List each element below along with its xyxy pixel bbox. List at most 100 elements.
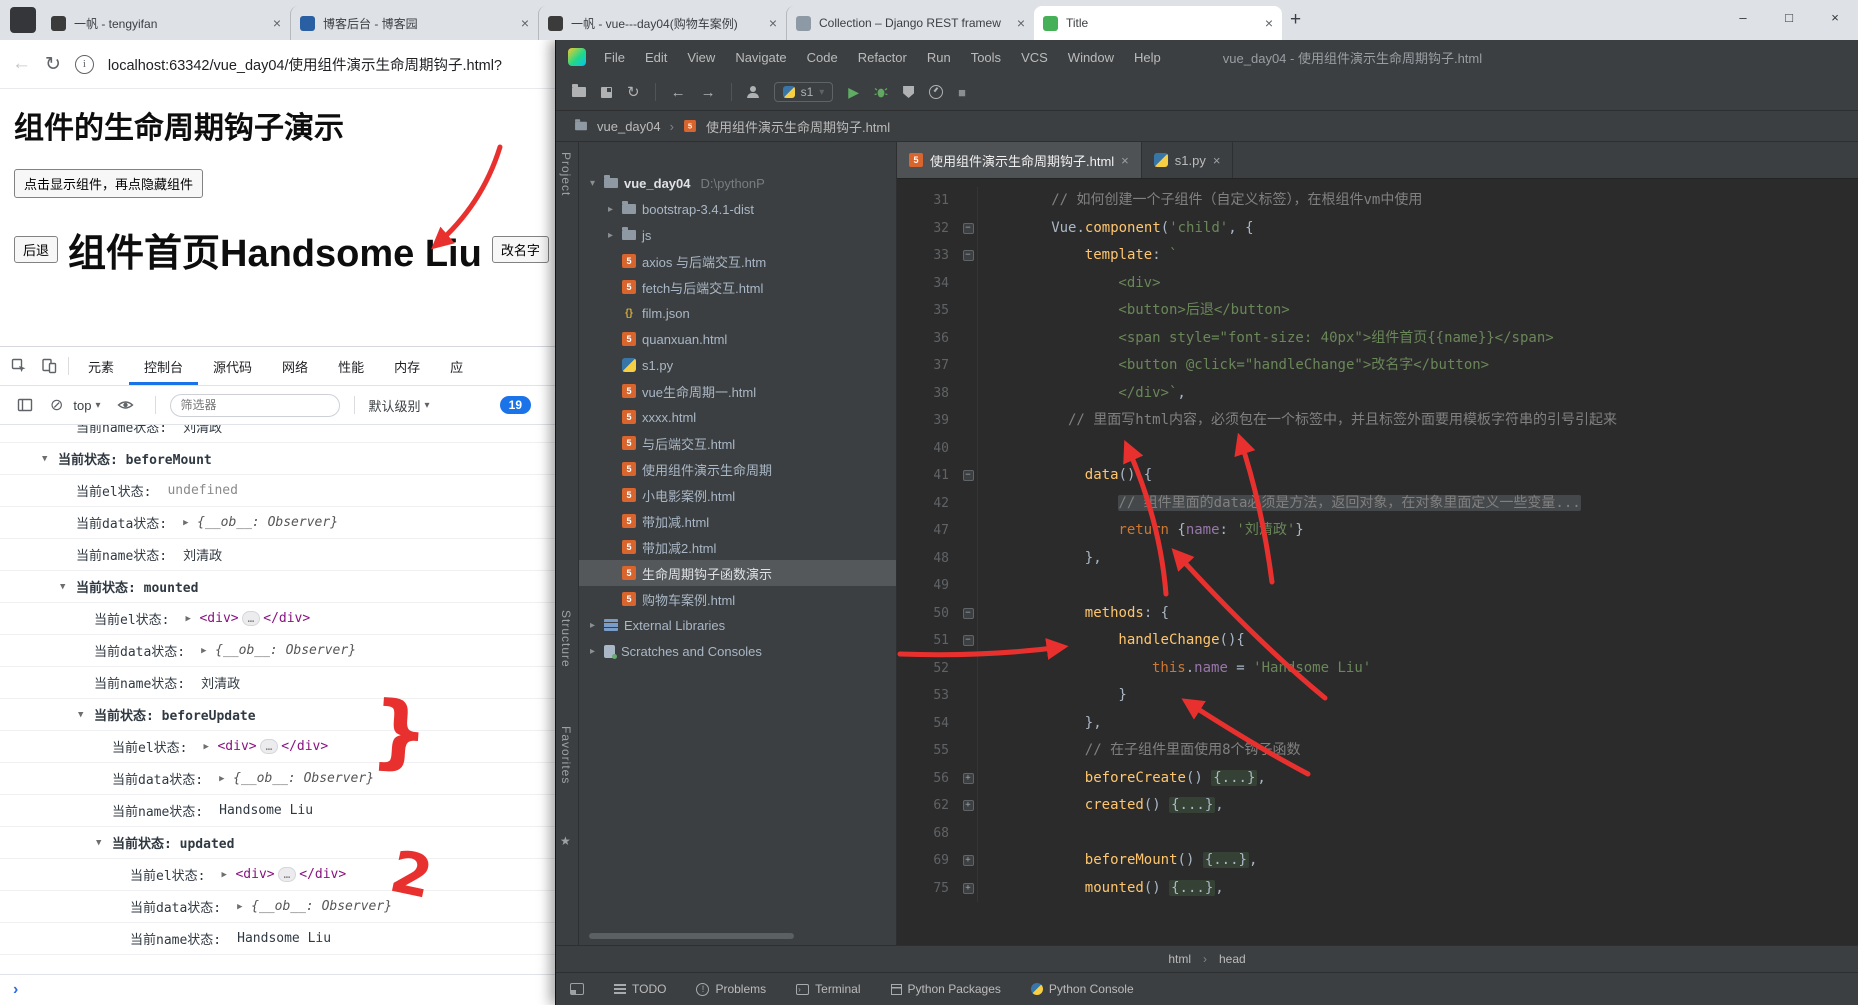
menu-vcs[interactable]: VCS <box>1019 50 1050 65</box>
toggle-component-button[interactable]: 点击显示组件，再点隐藏组件 <box>14 169 204 198</box>
editor-tab[interactable]: 5 使用组件演示生命周期钩子.html × <box>897 142 1142 178</box>
project-tree-item[interactable]: 5 生命周期钩子函数演示 <box>579 560 896 586</box>
status-item-python-packages[interactable]: Python Packages <box>890 982 1001 996</box>
breadcrumb-project[interactable]: vue_day04 <box>597 119 661 134</box>
menu-tools[interactable]: Tools <box>969 50 1003 65</box>
open-file-icon[interactable] <box>572 84 586 97</box>
back-icon[interactable]: ← <box>12 53 31 75</box>
context-selector[interactable]: top ▾ <box>73 398 100 413</box>
rename-button[interactable]: 改名字 <box>491 236 549 263</box>
console-sidebar-icon[interactable] <box>10 397 40 413</box>
close-icon[interactable]: × <box>1121 153 1129 168</box>
browser-tab[interactable]: 一帆 - tengyifan × <box>42 6 290 40</box>
tab-close-icon[interactable]: × <box>273 15 281 31</box>
fold-collapse-icon[interactable]: − <box>962 250 974 262</box>
triangle-down-icon[interactable]: ▼ <box>96 838 112 848</box>
fold-expand-icon[interactable]: + <box>962 800 974 812</box>
menu-view[interactable]: View <box>685 50 717 65</box>
console-prompt[interactable]: › <box>0 974 555 1005</box>
devtools-tab-控制台[interactable]: 控制台 <box>129 347 199 385</box>
project-tree-item[interactable]: 5 axios 与后端交互.htm <box>579 248 896 274</box>
pinned-tab-icon[interactable] <box>10 7 36 33</box>
console-filter-input[interactable] <box>169 393 340 417</box>
fold-collapse-icon[interactable]: − <box>962 607 974 619</box>
log-level-selector[interactable]: 默认级别 ▾ <box>369 396 430 415</box>
project-tree-item[interactable]: ▸ bootstrap-3.4.1-dist <box>579 196 896 222</box>
tab-close-icon[interactable]: × <box>521 15 529 31</box>
status-item-python-console[interactable]: Python Console <box>1030 982 1134 996</box>
menu-window[interactable]: Window <box>1066 50 1116 65</box>
fold-expand-icon[interactable]: + <box>962 882 974 894</box>
maximize-button[interactable]: □ <box>1766 0 1812 34</box>
project-tree-item[interactable]: 5 xxxx.html <box>579 404 896 430</box>
triangle-right-icon[interactable]: ▶ <box>219 774 233 784</box>
project-tree-item[interactable]: {} film.json <box>579 300 896 326</box>
refresh-icon[interactable]: ↻ <box>45 53 61 76</box>
project-tree-item[interactable]: ▸ External Libraries <box>579 612 896 638</box>
run-button[interactable]: ▶ <box>848 84 859 101</box>
new-tab-button[interactable]: + <box>1290 9 1301 31</box>
fold-expand-icon[interactable]: + <box>962 772 974 784</box>
project-tree-item[interactable]: 5 带加减2.html <box>579 534 896 560</box>
back-component-button[interactable]: 后退 <box>14 236 59 263</box>
message-count-badge[interactable]: 19 <box>499 396 531 414</box>
fold-expand-icon[interactable]: + <box>962 855 974 867</box>
run-with-coverage-button[interactable] <box>903 86 915 98</box>
devtools-tab-源代码[interactable]: 源代码 <box>198 347 267 385</box>
triangle-right-icon[interactable]: ▶ <box>185 614 199 624</box>
breadcrumb-html[interactable]: html <box>1168 952 1191 966</box>
devtools-tab-元素[interactable]: 元素 <box>73 347 129 385</box>
inspect-icon[interactable] <box>4 358 34 374</box>
menu-navigate[interactable]: Navigate <box>733 50 788 65</box>
menu-edit[interactable]: Edit <box>643 50 669 65</box>
triangle-down-icon[interactable]: ▼ <box>60 582 76 592</box>
triangle-right-icon[interactable]: ▶ <box>221 870 235 880</box>
chevron-down-icon[interactable]: ▾ <box>587 178 598 189</box>
browser-tab[interactable]: Title × <box>1034 6 1282 40</box>
triangle-down-icon[interactable]: ▼ <box>78 710 94 720</box>
tool-window-toggle-icon[interactable] <box>570 983 584 995</box>
project-tree-item[interactable]: 5 购物车案例.html <box>579 586 896 612</box>
project-tree-item[interactable]: 5 与后端交互.html <box>579 430 896 456</box>
minimize-button[interactable]: – <box>1720 0 1766 34</box>
triangle-right-icon[interactable]: ▶ <box>203 742 217 752</box>
tool-button-project[interactable]: Project <box>559 152 573 196</box>
menu-file[interactable]: File <box>602 50 627 65</box>
devtools-tab-内存[interactable]: 内存 <box>379 347 435 385</box>
navigate-back-icon[interactable]: ← <box>671 85 686 100</box>
project-tree-item[interactable]: 5 quanxuan.html <box>579 326 896 352</box>
project-tree-item[interactable]: ▸ js <box>579 222 896 248</box>
scrollbar-thumb[interactable] <box>589 933 794 939</box>
fold-collapse-icon[interactable]: − <box>962 222 974 234</box>
menu-help[interactable]: Help <box>1132 50 1163 65</box>
star-icon[interactable]: ★ <box>560 834 571 848</box>
devtools-tab-性能[interactable]: 性能 <box>323 347 379 385</box>
devtools-tab-网络[interactable]: 网络 <box>267 347 323 385</box>
browser-tab[interactable]: Collection – Django REST framew × <box>786 6 1034 40</box>
live-expression-eye-icon[interactable] <box>111 398 141 412</box>
status-item-problems[interactable]: ! Problems <box>696 982 766 996</box>
project-tree-item[interactable]: s1.py <box>579 352 896 378</box>
sync-icon[interactable]: ↻ <box>627 85 640 100</box>
project-tree-item[interactable]: 5 vue生命周期一.html <box>579 378 896 404</box>
site-info-icon[interactable]: i <box>74 54 94 74</box>
chevron-right-icon[interactable]: ▸ <box>605 230 616 241</box>
navigate-forward-icon[interactable]: → <box>701 85 716 100</box>
triangle-right-icon[interactable]: ▶ <box>201 646 215 656</box>
save-all-icon[interactable] <box>601 86 612 98</box>
device-toolbar-icon[interactable] <box>34 358 64 374</box>
tab-close-icon[interactable]: × <box>1265 15 1273 31</box>
project-tree-item[interactable]: 5 使用组件演示生命周期 <box>579 456 896 482</box>
breadcrumb-file[interactable]: 使用组件演示生命周期钩子.html <box>706 117 890 136</box>
menu-code[interactable]: Code <box>805 50 840 65</box>
status-item-terminal[interactable]: › Terminal <box>796 982 861 996</box>
clear-console-icon[interactable]: ⊘ <box>50 395 63 415</box>
profiler-button[interactable] <box>929 85 944 99</box>
fold-collapse-icon[interactable]: − <box>962 470 974 482</box>
project-tree-item[interactable]: 5 带加减.html <box>579 508 896 534</box>
menu-refactor[interactable]: Refactor <box>856 50 909 65</box>
triangle-right-icon[interactable]: ▶ <box>183 518 197 528</box>
devtools-tab-应[interactable]: 应 <box>435 347 478 385</box>
address-bar[interactable]: localhost:63342/vue_day04/使用组件演示生命周期钩子.h… <box>108 54 543 75</box>
breadcrumb-head[interactable]: head <box>1219 952 1246 966</box>
